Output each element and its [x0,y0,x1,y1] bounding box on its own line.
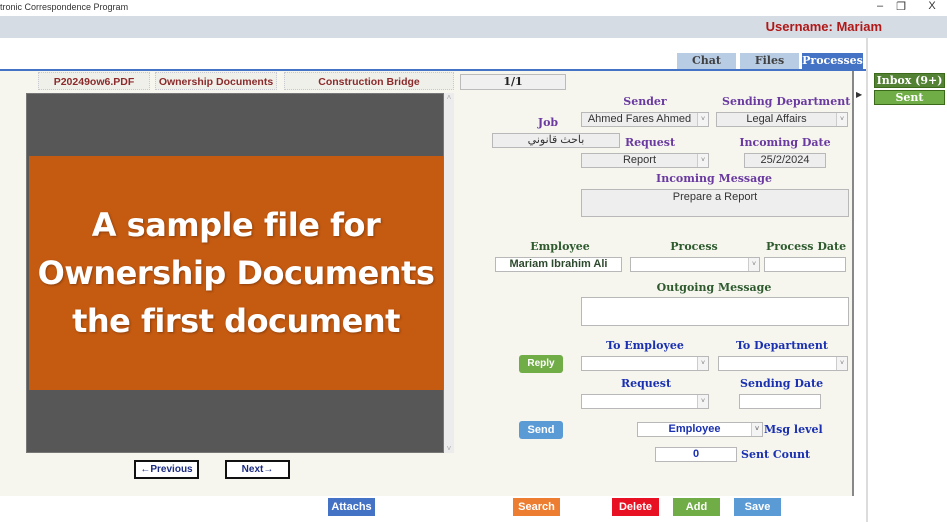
send-button[interactable]: Send [519,421,563,439]
incoming-date-field[interactable]: 25/2/2024 [744,153,826,168]
attachs-button[interactable]: Attachs [328,498,375,516]
page-counter: 1/1 [460,74,566,90]
chevron-down-icon[interactable]: ˅ [751,423,762,436]
outgoing-message-field[interactable] [581,297,849,326]
process-date-label: Process Date [766,240,847,253]
chevron-down-icon[interactable]: ˅ [697,395,708,408]
employee-label: Employee [530,240,590,253]
slide-line: the first document [72,302,400,340]
previous-button[interactable]: ←Previous [134,460,199,479]
sent-count-label: Sent Count [741,448,811,461]
to-employee-select[interactable]: ˅ [581,356,709,371]
slide-line: A sample file for [91,206,381,244]
document-slide: A sample file for Ownership Documents th… [29,156,443,390]
to-department-select[interactable]: ˅ [718,356,848,371]
chevron-down-icon[interactable]: ˅ [836,113,847,126]
to-employee-label: To Employee [606,339,684,352]
tab-chat[interactable]: Chat [677,53,736,69]
inbox-button[interactable]: Inbox (9+) [874,73,945,88]
request-label: Request [624,136,676,149]
chevron-down-icon[interactable]: ˅ [748,258,759,271]
sending-department-select[interactable]: Legal Affairs ˅ [716,112,848,127]
msg-level-value: Employee [668,423,721,435]
reply-button[interactable]: Reply [519,355,563,373]
close-button[interactable]: X [922,0,942,12]
incoming-request-value: Report [622,154,657,166]
outgoing-request-label: Request [620,377,672,390]
sending-department-value: Legal Affairs [746,113,807,125]
job-field[interactable]: باحث قانوني [492,133,620,148]
incoming-date-label: Incoming Date [739,136,831,149]
sending-department-label: Sending Department [722,95,851,108]
slide-line: Ownership Documents [37,254,435,292]
sent-count-field: 0 [655,447,737,462]
employee-field[interactable]: Mariam Ibrahim Ali [495,257,622,272]
delete-button[interactable]: Delete [612,498,659,516]
msg-level-label: Msg level [764,423,823,436]
sending-date-label: Sending Date [740,377,824,390]
scroll-up-icon[interactable]: ˄ [444,93,454,102]
chevron-down-icon[interactable]: ˅ [836,357,847,370]
doc-tab-file-name[interactable]: P20249ow6.PDF [38,72,150,90]
side-panel [866,38,947,522]
add-button[interactable]: Add [673,498,720,516]
process-date-field[interactable] [764,257,846,272]
chevron-down-icon[interactable]: ˅ [697,154,708,167]
username-label: Username: Mariam [765,19,882,34]
job-label: Job [537,116,559,129]
search-button[interactable]: Search [513,498,560,516]
expand-arrow-icon[interactable]: ▶ [856,90,862,99]
user-bar: Username: Mariam [0,16,947,38]
window-title: tronic Correspondence Program [0,2,129,12]
outgoing-message-label: Outgoing Message [656,281,772,294]
to-department-label: To Department [735,339,829,352]
doc-tab-project[interactable]: Construction Bridge [284,72,454,90]
tab-files[interactable]: Files [740,53,799,69]
doc-tab-category[interactable]: Ownership Documents [155,72,277,90]
sending-date-field[interactable] [739,394,821,409]
process-label: Process [670,240,718,253]
save-button[interactable]: Save [734,498,781,516]
scroll-down-icon[interactable]: ˅ [444,444,454,453]
incoming-request-select[interactable]: Report ˅ [581,153,709,168]
sender-select[interactable]: Ahmed Fares Ahmed ˅ [581,112,709,127]
msg-level-select[interactable]: Employee ˅ [637,422,763,437]
incoming-message-label: Incoming Message [656,172,772,185]
process-select[interactable]: ˅ [630,257,760,272]
document-viewer[interactable]: A sample file for Ownership Documents th… [26,93,444,453]
viewer-scrollbar[interactable]: ˄ ˅ [444,93,454,453]
restore-button[interactable]: ❐ [891,0,911,13]
chevron-down-icon[interactable]: ˅ [697,113,708,126]
sender-value: Ahmed Fares Ahmed [587,113,692,125]
outgoing-request-select[interactable]: ˅ [581,394,709,409]
minimize-button[interactable]: – [870,0,890,12]
title-bar: tronic Correspondence Program – ❐ X [0,0,947,16]
incoming-message-field[interactable]: Prepare a Report [581,189,849,217]
chevron-down-icon[interactable]: ˅ [697,357,708,370]
sent-button[interactable]: Sent [874,90,945,105]
tab-processes[interactable]: Processes [802,53,863,69]
next-button[interactable]: Next→ [225,460,290,479]
sender-label: Sender [623,95,667,108]
